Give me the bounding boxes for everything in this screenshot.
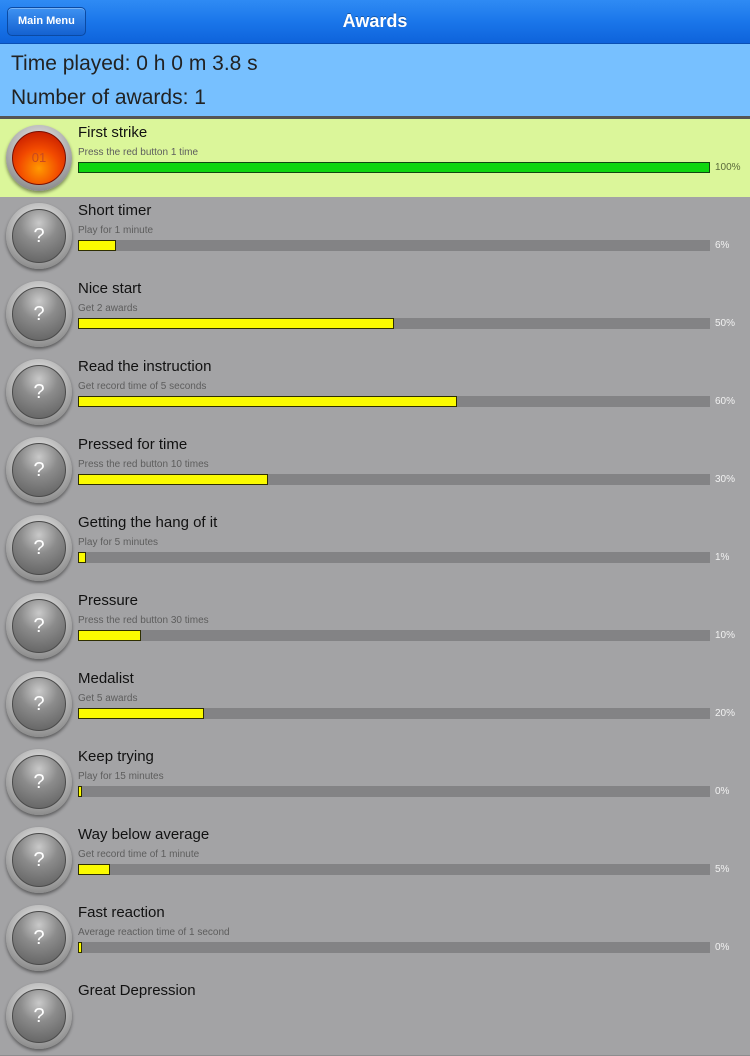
progress-percent: 0% — [715, 786, 730, 797]
locked-medal-icon: ? — [6, 983, 72, 1049]
award-title: Medalist — [78, 670, 134, 687]
award-row[interactable]: ? Keep trying Play for 15 minutes 0% — [0, 743, 750, 822]
progress-bar-fill — [78, 396, 457, 407]
award-row[interactable]: ? Great Depression — [0, 977, 750, 1056]
award-title: Pressed for time — [78, 436, 188, 453]
progress-bar — [78, 552, 710, 563]
progress-percent: 0% — [715, 942, 730, 953]
medal-badge-label: ? — [12, 599, 66, 653]
progress-percent: 60% — [715, 396, 736, 407]
progress-bar — [78, 708, 710, 719]
medal-badge-label: ? — [12, 833, 66, 887]
progress-bar-fill — [78, 630, 141, 641]
progress-percent: 1% — [715, 552, 730, 563]
progress-percent: 20% — [715, 708, 736, 719]
locked-medal-icon: ? — [6, 593, 72, 659]
locked-medal-icon: ? — [6, 203, 72, 269]
locked-medal-icon: ? — [6, 671, 72, 737]
locked-medal-icon: ? — [6, 749, 72, 815]
award-row[interactable]: ? Pressure Press the red button 30 times 10… — [0, 587, 750, 666]
progress-bar-fill — [78, 786, 82, 797]
award-title: Read the instruction — [78, 358, 212, 375]
award-description: Play for 15 minutes — [78, 771, 164, 782]
award-description: Press the red button 30 times — [78, 615, 209, 626]
awards-count-label: Number of awards: 1 — [11, 86, 206, 109]
progress-bar — [78, 396, 710, 407]
award-title: Way below average — [78, 826, 210, 843]
award-title: First strike — [78, 124, 148, 141]
progress-percent: 5% — [715, 864, 730, 875]
progress-bar — [78, 630, 710, 641]
navigation-bar: Main Menu Awards — [0, 0, 750, 44]
award-title: Keep trying — [78, 748, 154, 765]
progress-bar-fill — [78, 318, 394, 329]
award-title: Pressure — [78, 592, 139, 609]
progress-bar — [78, 786, 710, 797]
award-title: Fast reaction — [78, 904, 165, 921]
locked-medal-icon: ? — [6, 827, 72, 893]
time-played-label: Time played: 0 h 0 m 3.8 s — [11, 52, 258, 75]
award-description: Average reaction time of 1 second — [78, 927, 230, 938]
medal-badge-label: ? — [12, 365, 66, 419]
award-description: Press the red button 10 times — [78, 459, 209, 470]
progress-percent: 50% — [715, 318, 736, 329]
medal-badge-label: ? — [12, 911, 66, 965]
progress-bar-fill — [78, 474, 268, 485]
medal-badge-label: ? — [12, 209, 66, 263]
award-row[interactable]: ? Pressed for time Press the red button 10… — [0, 431, 750, 510]
medal-badge-label: ? — [12, 677, 66, 731]
progress-bar-fill — [78, 240, 116, 251]
progress-bar — [78, 474, 710, 485]
progress-percent: 30% — [715, 474, 736, 485]
award-title: Getting the hang of it — [78, 514, 218, 531]
progress-bar-fill — [78, 942, 82, 953]
locked-medal-icon: ? — [6, 905, 72, 971]
medal-badge-label: ? — [12, 755, 66, 809]
award-row[interactable]: ? Fast reaction Average reaction time of 1… — [0, 899, 750, 978]
progress-bar-fill — [78, 708, 204, 719]
progress-bar — [78, 240, 710, 251]
medal-badge-label: ? — [12, 287, 66, 341]
medal-badge-label: 01 — [12, 131, 66, 185]
progress-bar — [78, 162, 710, 173]
locked-medal-icon: ? — [6, 437, 72, 503]
award-description: Get record time of 5 seconds — [78, 381, 207, 392]
award-row[interactable]: ? Nice start Get 2 awards 50% — [0, 275, 750, 354]
progress-bar — [78, 318, 710, 329]
award-description: Play for 1 minute — [78, 225, 154, 236]
medal-badge-label: ? — [12, 521, 66, 575]
locked-medal-icon: ? — [6, 281, 72, 347]
award-row[interactable]: ? Short timer Play for 1 minute 6% — [0, 197, 750, 276]
award-row[interactable]: ? Read the instruction Get record time of … — [0, 353, 750, 432]
locked-medal-icon: ? — [6, 515, 72, 581]
progress-percent: 100% — [715, 162, 741, 173]
award-title: Great Depression — [78, 982, 196, 999]
progress-bar — [78, 864, 710, 875]
award-row[interactable]: 01 First strike Press the red button 1 tim… — [0, 119, 750, 198]
page-title: Awards — [342, 11, 408, 31]
unlocked-medal-icon: 01 — [6, 125, 72, 191]
medal-badge-label: ? — [12, 989, 66, 1043]
locked-medal-icon: ? — [6, 359, 72, 425]
progress-bar-fill — [78, 162, 710, 173]
award-row[interactable]: ? Getting the hang of it Play for 5 minute… — [0, 509, 750, 588]
progress-bar-fill — [78, 552, 86, 563]
award-description: Get 2 awards — [78, 303, 138, 314]
progress-bar — [78, 942, 710, 953]
progress-percent: 10% — [715, 630, 736, 641]
award-title: Short timer — [78, 202, 152, 219]
award-title: Nice start — [78, 280, 142, 297]
stats-summary: Time played: 0 h 0 m 3.8 s Number of awa… — [0, 44, 750, 119]
award-description: Get record time of 1 minute — [78, 849, 200, 860]
award-description: Press the red button 1 time — [78, 147, 199, 158]
award-description: Play for 5 minutes — [78, 537, 159, 548]
progress-percent: 6% — [715, 240, 730, 251]
award-description: Get 5 awards — [78, 693, 138, 704]
award-row[interactable]: ? Medalist Get 5 awards 20% — [0, 665, 750, 744]
award-row[interactable]: ? Way below average Get record time of 1 m… — [0, 821, 750, 900]
medal-badge-label: ? — [12, 443, 66, 497]
progress-bar-fill — [78, 864, 110, 875]
